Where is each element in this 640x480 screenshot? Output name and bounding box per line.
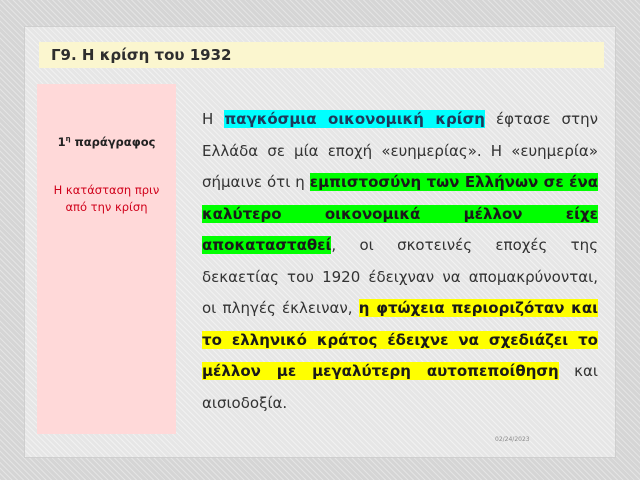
body-paragraph: Η παγκόσμια οικονομική κρίση έφτασε στην… xyxy=(202,104,598,419)
text-segment-1: Η xyxy=(202,110,225,128)
section-heading: Η κατάσταση πριν από την κρίση xyxy=(53,183,160,214)
paragraph-word: παράγραφος xyxy=(70,135,156,149)
highlight-global-crisis: παγκόσμια οικονομική κρίση xyxy=(224,110,485,128)
slide-date: 02/24/2023 xyxy=(495,436,530,443)
slide-title-bar: Γ9. Η κρίση του 1932 xyxy=(39,42,604,68)
slide-title: Γ9. Η κρίση του 1932 xyxy=(51,46,232,64)
side-panel: 1η παράγραφος Η κατάσταση πριν από την κ… xyxy=(37,84,176,434)
paragraph-label: 1η παράγραφος xyxy=(37,135,176,149)
paragraph-number: 1 xyxy=(57,135,66,149)
